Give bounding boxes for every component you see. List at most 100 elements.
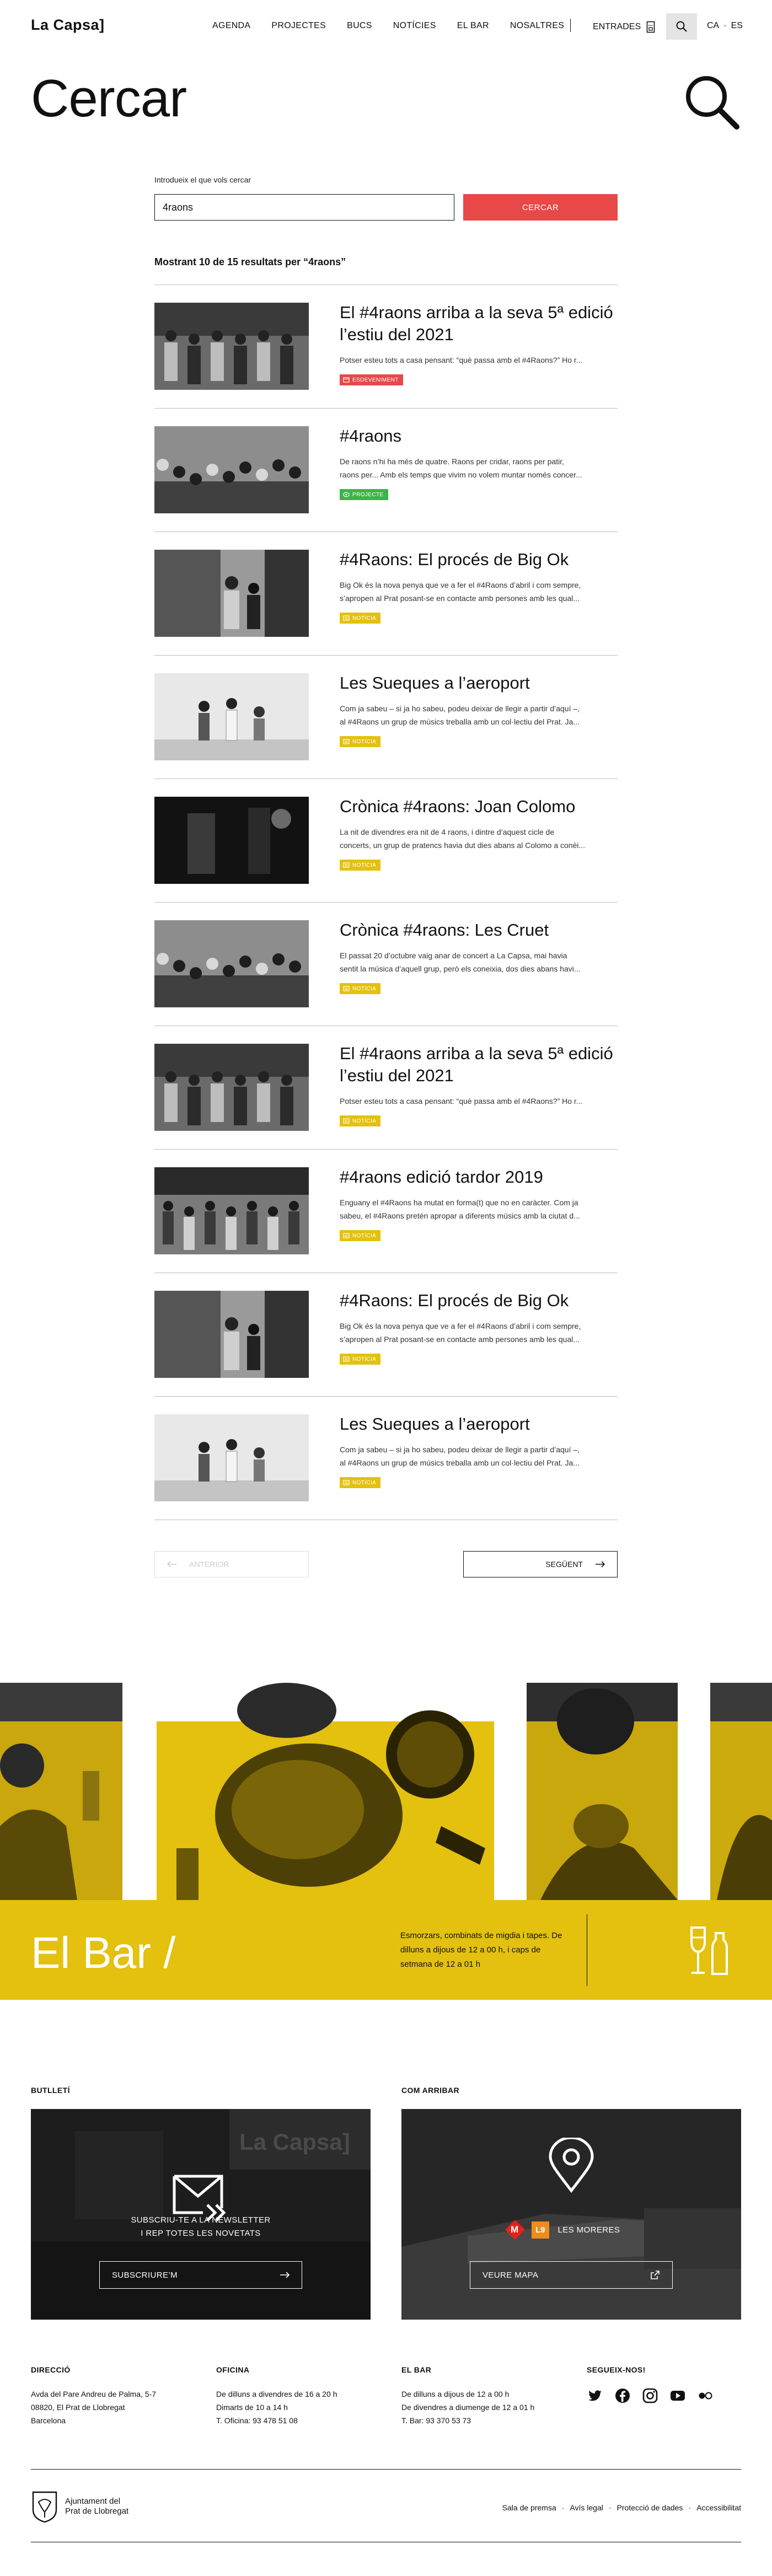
el-bar-section: El Bar / Esmorzars, combinats de migdia … bbox=[0, 1683, 772, 2000]
header-search-button[interactable] bbox=[666, 13, 697, 40]
result-item[interactable]: #4raons edició tardor 2019 Enguany el #4R… bbox=[154, 1150, 618, 1273]
newsletter-bg-logo: La Capsa] bbox=[239, 2129, 350, 2155]
result-thumbnail[interactable] bbox=[154, 1414, 309, 1501]
result-thumbnail[interactable] bbox=[154, 1044, 309, 1131]
entrades-link[interactable]: ENTRADES bbox=[593, 21, 655, 33]
result-thumbnail[interactable] bbox=[154, 797, 309, 884]
footer-direccio: DIRECCIÓ Avda del Pare Andreu de Palma, … bbox=[31, 2365, 196, 2427]
site-logo[interactable]: La Capsa] bbox=[31, 17, 105, 34]
result-title[interactable]: #4raons bbox=[340, 425, 615, 447]
result-excerpt-line: al #4Raons un grup de músics treballa am… bbox=[340, 717, 580, 726]
pagination-prev-button[interactable]: ANTERIOR bbox=[154, 1551, 309, 1577]
lang-separator: · bbox=[723, 21, 727, 30]
result-title[interactable]: El #4raons arriba a la seva 5ª edició l’… bbox=[340, 302, 615, 346]
result-type-label: PROJECTE bbox=[352, 491, 384, 498]
result-title[interactable]: #4raons edició tardor 2019 bbox=[340, 1166, 615, 1188]
nav-item-noticies[interactable]: NOTÍCIES bbox=[393, 21, 436, 31]
result-excerpt: La nit de divendres era nit de 4 raons, … bbox=[340, 825, 618, 852]
youtube-icon[interactable] bbox=[669, 2387, 686, 2404]
instagram-icon[interactable] bbox=[642, 2387, 658, 2404]
legal-link-proteccio-dades[interactable]: Protecció de dades bbox=[617, 2503, 683, 2512]
badge-icon bbox=[343, 986, 350, 991]
footer-el-bar-line[interactable]: T. Bar: 93 370 53 73 bbox=[401, 2414, 567, 2427]
result-title[interactable]: #4Raons: El procés de Big Ok bbox=[340, 1290, 615, 1312]
newsletter-heading: BUTLLETÍ bbox=[31, 2086, 70, 2095]
result-thumbnail[interactable] bbox=[154, 1167, 309, 1254]
lang-es[interactable]: ES bbox=[731, 21, 743, 31]
subscribe-label: SUBSCRIURE’M bbox=[112, 2270, 178, 2280]
result-item[interactable]: #4raons De raons n’hi ha més de quatre. R… bbox=[154, 409, 618, 532]
result-thumbnail[interactable] bbox=[154, 1291, 309, 1378]
badge-icon bbox=[343, 1356, 350, 1362]
nav-item-bucs[interactable]: BUCS bbox=[347, 21, 372, 31]
ajuntament-crest-icon bbox=[32, 2491, 57, 2523]
result-item[interactable]: #4Raons: El procés de Big Ok Big Ok és la… bbox=[154, 532, 618, 656]
result-item[interactable]: El #4raons arriba a la seva 5ª edició l’… bbox=[154, 285, 618, 409]
footer-direccio-title: DIRECCIÓ bbox=[31, 2365, 71, 2374]
footer-oficina-line[interactable]: T. Oficina: 93 478 51 08 bbox=[216, 2414, 382, 2427]
search-icon bbox=[676, 21, 687, 32]
bar-title[interactable]: El Bar / bbox=[31, 1928, 175, 1978]
result-title[interactable]: Les Sueques a l’aeroport bbox=[340, 1413, 615, 1435]
result-excerpt: Potser esteu tots a casa pensant: “què p… bbox=[340, 353, 618, 367]
result-item[interactable]: Crònica #4raons: Les Cruet El passat 20 d… bbox=[154, 903, 618, 1026]
result-excerpt: Big Ok és la nova penya que ve a fer el … bbox=[340, 578, 618, 605]
facebook-icon[interactable] bbox=[614, 2387, 631, 2404]
result-item[interactable]: Crònica #4raons: Joan Colomo La nit de di… bbox=[154, 779, 618, 903]
footer-el-bar: EL BAR De dilluns a dijous de 12 a 00 h … bbox=[401, 2365, 567, 2427]
nav-item-projectes[interactable]: PROJECTES bbox=[271, 21, 326, 31]
result-item[interactable]: Les Sueques a l’aeroport Com ja sabeu – s… bbox=[154, 1397, 618, 1520]
social-links bbox=[587, 2387, 741, 2404]
legal-separator: · bbox=[688, 2503, 691, 2512]
result-excerpt-line: sentit la música d’aquell grup, però els… bbox=[340, 964, 581, 973]
result-title[interactable]: El #4raons arriba a la seva 5ª edició l’… bbox=[340, 1043, 615, 1087]
result-type-badge: NOTÍCIA bbox=[340, 1230, 381, 1241]
twitter-icon[interactable] bbox=[587, 2387, 603, 2404]
footer-socials-title: SEGUEIX-NOS! bbox=[587, 2365, 646, 2374]
result-thumbnail[interactable] bbox=[154, 426, 309, 513]
result-thumbnail[interactable] bbox=[154, 550, 309, 637]
result-excerpt-line: Big Ok és la nova penya que ve a fer el … bbox=[340, 581, 581, 589]
result-type-label: NOTÍCIA bbox=[352, 1356, 377, 1362]
metro-station: LES MORERES bbox=[557, 2225, 620, 2235]
results-count: Mostrant 10 de 15 resultats per “4raons” bbox=[154, 256, 346, 267]
result-excerpt-line: Com ja sabeu – si ja ho sabeu, podeu dei… bbox=[340, 1445, 580, 1454]
legal-link-avis-legal[interactable]: Avís legal bbox=[570, 2503, 603, 2512]
result-thumbnail[interactable] bbox=[154, 673, 309, 760]
result-thumbnail[interactable] bbox=[154, 303, 309, 390]
nav-item-nosaltres[interactable]: NOSALTRES bbox=[510, 21, 564, 31]
badge-icon bbox=[343, 615, 350, 621]
newsletter-card: La Capsa] SUBSCRIU-TE A LA NEWSLETTER I … bbox=[31, 2109, 371, 2320]
badge-icon bbox=[343, 862, 350, 868]
legal-link-sala-premsa[interactable]: Sala de premsa bbox=[502, 2503, 556, 2512]
site-header: La Capsa] AGENDA PROJECTES BUCS NOTÍCIES… bbox=[0, 0, 772, 53]
nav-item-agenda[interactable]: AGENDA bbox=[212, 21, 250, 31]
ajuntament-logo[interactable]: Ajuntament del Prat de Llobregat bbox=[31, 2490, 128, 2523]
badge-icon bbox=[343, 377, 350, 383]
newsletter-line-1: SUBSCRIU-TE A LA NEWSLETTER bbox=[131, 2215, 271, 2225]
result-item[interactable]: El #4raons arriba a la seva 5ª edició l’… bbox=[154, 1026, 618, 1150]
pagination-next-button[interactable]: SEGÜENT bbox=[463, 1551, 618, 1577]
access-heading: COM ARRIBAR bbox=[401, 2086, 459, 2095]
nav-item-el-bar[interactable]: EL BAR bbox=[457, 21, 489, 31]
view-map-button[interactable]: VEURE MAPA bbox=[470, 2261, 673, 2289]
footer-oficina: OFICINA De dilluns a divendres de 16 a 2… bbox=[216, 2365, 382, 2427]
footer-el-bar-line: De divendres a diumenge de 12 a 01 h bbox=[401, 2403, 535, 2412]
lang-ca[interactable]: CA bbox=[707, 21, 719, 31]
result-title[interactable]: Crònica #4raons: Joan Colomo bbox=[340, 796, 615, 818]
legal-link-accessibilitat[interactable]: Accessibilitat bbox=[696, 2503, 741, 2512]
result-title[interactable]: #4Raons: El procés de Big Ok bbox=[340, 549, 615, 571]
result-excerpt-line: Big Ok és la nova penya que ve a fer el … bbox=[340, 1322, 581, 1330]
search-input[interactable] bbox=[154, 194, 454, 221]
result-title[interactable]: Les Sueques a l’aeroport bbox=[340, 672, 615, 694]
result-item[interactable]: Les Sueques a l’aeroport Com ja sabeu – s… bbox=[154, 656, 618, 779]
search-label: Introdueix el que vols cercar bbox=[154, 175, 251, 184]
result-title[interactable]: Crònica #4raons: Les Cruet bbox=[340, 919, 615, 941]
result-item[interactable]: #4Raons: El procés de Big Ok Big Ok és la… bbox=[154, 1273, 618, 1397]
result-thumbnail[interactable] bbox=[154, 920, 309, 1007]
subscribe-button[interactable]: SUBSCRIURE’M bbox=[99, 2261, 302, 2289]
flickr-icon[interactable] bbox=[697, 2387, 714, 2404]
result-excerpt-line: Enguany el #4Raons ha mutat en forma(t) … bbox=[340, 1198, 578, 1207]
result-excerpt-line: Potser esteu tots a casa pensant: “què p… bbox=[340, 356, 583, 364]
search-submit-button[interactable]: CERCAR bbox=[463, 194, 618, 221]
